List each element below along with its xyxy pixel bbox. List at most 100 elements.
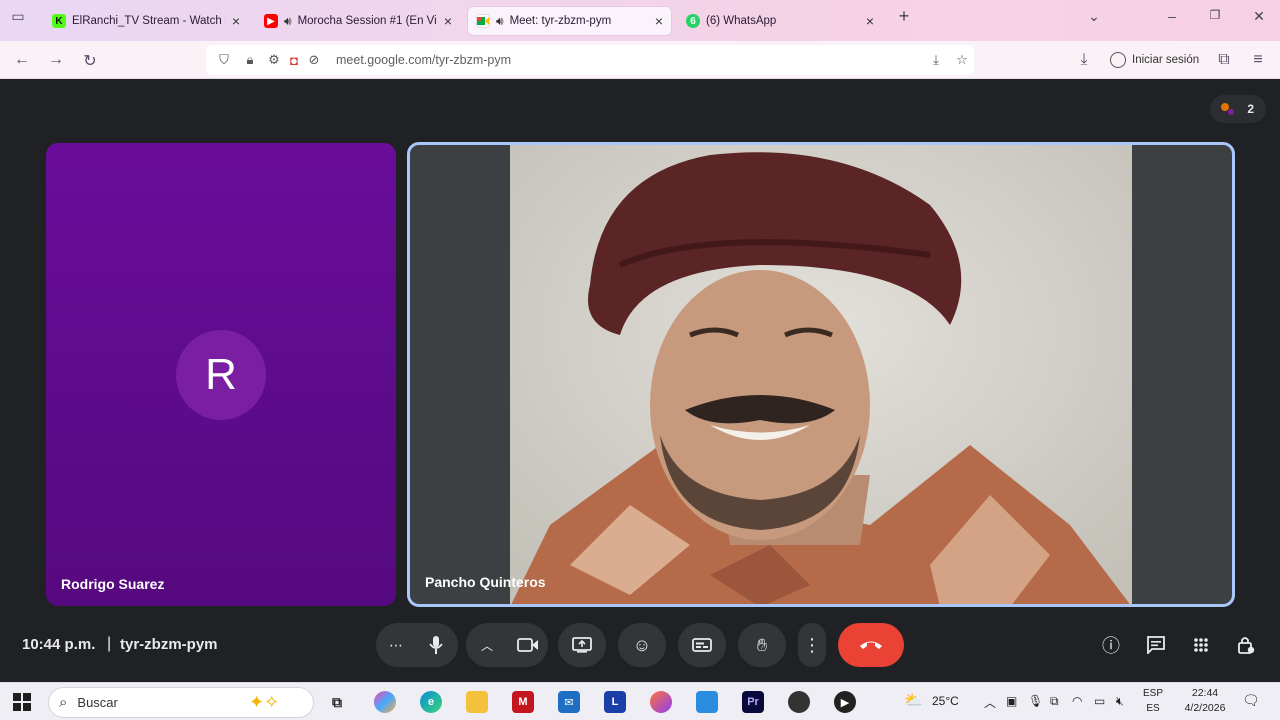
meet-favicon-icon — [476, 14, 490, 28]
search-placeholder: Buscar — [77, 695, 118, 710]
reload-icon[interactable]: ↻ — [80, 51, 100, 71]
mail-app-icon[interactable]: ✉ — [558, 691, 580, 713]
captions-icon — [692, 638, 712, 652]
input-language-indicator[interactable]: ESP ES — [1140, 686, 1166, 716]
tab-elranchi[interactable]: K ElRanchi_TV Stream - Watch Li × — [44, 6, 248, 36]
meeting-clock: 10:44 p.m. — [22, 636, 96, 653]
file-explorer-icon[interactable] — [466, 691, 488, 713]
notifications-icon[interactable]: 🗨︎ — [1242, 692, 1260, 709]
more-vert-icon: ⋮ — [803, 634, 821, 655]
windows-start-icon[interactable] — [12, 692, 32, 712]
tab-title: ElRanchi_TV Stream - Watch Li — [72, 15, 226, 27]
separator: | — [107, 635, 112, 652]
present-screen-button[interactable] — [558, 623, 606, 667]
bookmark-star-icon[interactable]: ☆ — [954, 52, 970, 68]
close-window-icon[interactable]: ✕ — [1247, 8, 1271, 25]
install-app-icon[interactable]: ⤓ — [928, 52, 944, 68]
system-clock[interactable]: 22:44 4/2/2026 — [1180, 686, 1230, 716]
search-icon: ⌕ — [59, 694, 68, 711]
lock-icon[interactable]: 🔒︎ — [242, 52, 258, 68]
taskbar-search-input[interactable]: ⌕ Buscar ✦✧ — [48, 687, 314, 718]
tab-list-chevron-icon[interactable]: ⌄ — [1082, 8, 1106, 25]
signin-button[interactable]: Iniciar sesión — [1110, 52, 1199, 68]
meet-tray-icon[interactable]: ⧉ — [1050, 694, 1059, 709]
volume-muted-icon[interactable]: 🔇︎ — [1116, 694, 1124, 709]
chat-icon[interactable] — [1144, 633, 1168, 657]
downloads-icon[interactable]: ⤓ — [1074, 51, 1094, 69]
weather-temperature[interactable]: 25°C — [932, 694, 959, 708]
participant-name: Pancho Quinteros — [425, 574, 546, 590]
camera-permission-icon[interactable]: ◘ — [286, 53, 302, 68]
speaker-icon[interactable]: 🔊︎ — [496, 14, 504, 29]
photos-app-icon[interactable] — [696, 691, 718, 713]
show-hidden-icons-chevron-icon[interactable]: ︿ — [984, 694, 996, 711]
emoji-icon: ☺ — [632, 634, 652, 655]
close-tab-icon[interactable]: × — [866, 13, 874, 29]
menu-icon[interactable]: ≡ — [1248, 51, 1268, 69]
obs-studio-icon[interactable] — [788, 691, 810, 713]
video-options-chevron-icon[interactable]: ︿ — [481, 637, 493, 654]
permissions-icon[interactable]: ⚙ — [266, 52, 282, 68]
participant-name: Rodrigo Suarez — [61, 576, 165, 592]
activities-grid-icon[interactable] — [1189, 633, 1213, 657]
microphone-tray-icon[interactable]: 🎙︎ — [1028, 694, 1043, 708]
keyboard-layout: ES — [1146, 703, 1160, 714]
emoji-reaction-button[interactable]: ☺ — [618, 623, 666, 667]
l-app-icon[interactable]: L — [604, 691, 626, 713]
mcafee-icon[interactable]: M — [512, 691, 534, 713]
minimize-icon[interactable]: – — [1160, 8, 1184, 24]
tab-title: Meet: tyr-zbzm-pym — [509, 15, 612, 27]
forward-icon[interactable]: → — [46, 51, 66, 69]
captions-button[interactable] — [678, 623, 726, 667]
account-icon — [1110, 52, 1126, 68]
audio-options-icon[interactable]: ⋯ — [389, 637, 403, 654]
back-icon[interactable]: ← — [12, 51, 32, 69]
battery-icon[interactable]: ▭ — [1094, 694, 1105, 708]
firefox-icon[interactable] — [650, 691, 672, 713]
close-tab-icon[interactable]: × — [232, 13, 240, 29]
raise-hand-button[interactable]: ✋︎ — [738, 623, 786, 667]
participants-button[interactable]: 2 — [1210, 95, 1266, 123]
meeting-info-icon[interactable]: ⓘ — [1099, 633, 1123, 657]
browser-tab-strip: ▭ K ElRanchi_TV Stream - Watch Li × ▶ 🔊︎… — [0, 0, 1280, 41]
weather-icon[interactable]: ⛅ — [904, 691, 923, 709]
copilot-app-icon[interactable] — [374, 691, 396, 713]
signin-label: Iniciar sesión — [1132, 54, 1200, 66]
meeting-code: tyr-zbzm-pym — [120, 636, 218, 653]
more-options-button[interactable]: ⋮ — [798, 623, 826, 667]
extensions-icon[interactable]: ⧉ — [1214, 51, 1234, 69]
close-tab-icon[interactable]: × — [655, 13, 663, 29]
tab-whatsapp[interactable]: 6 (6) WhatsApp × — [678, 6, 882, 36]
tab-meet[interactable]: 🔊︎ Meet: tyr-zbzm-pym × — [467, 6, 672, 36]
video-control-group: ︿ — [466, 623, 548, 667]
participant-video — [510, 145, 1132, 604]
participant-tile-pancho[interactable]: Pancho Quinteros — [407, 142, 1235, 607]
end-call-button[interactable] — [838, 623, 904, 667]
participant-tile-rodrigo[interactable]: R Rodrigo Suarez — [46, 143, 396, 606]
clock-date: 4/2/2026 — [1184, 702, 1226, 714]
tab-morocha-session[interactable]: ▶ 🔊︎ Morocha Session #1 (En Vi × — [256, 6, 460, 36]
whatsapp-favicon-icon: 6 — [686, 14, 700, 28]
camera-icon[interactable] — [517, 638, 539, 652]
url-text[interactable]: meet.google.com/tyr-zbzm-pym — [336, 53, 511, 67]
autoplay-blocked-icon[interactable]: ⊘ — [306, 52, 322, 68]
edge-browser-icon[interactable]: e — [420, 691, 442, 713]
wifi-icon[interactable]: ◠ — [1072, 694, 1082, 708]
close-tab-icon[interactable]: × — [444, 13, 452, 29]
restore-icon[interactable]: ❐ — [1203, 8, 1227, 22]
clock-time: 22:44 — [1191, 687, 1219, 699]
premiere-pro-icon[interactable]: Pr — [742, 691, 764, 713]
host-controls-lock-icon[interactable] — [1234, 633, 1258, 657]
speaker-icon[interactable]: 🔊︎ — [284, 14, 292, 29]
new-tab-icon[interactable]: + — [892, 6, 916, 27]
tracking-shield-icon[interactable]: ⛉ — [216, 52, 232, 68]
address-bar[interactable]: ⛉ 🔒︎ ⚙ ◘ ⊘ meet.google.com/tyr-zbzm-pym … — [206, 45, 974, 75]
tab-title: (6) WhatsApp — [706, 15, 777, 27]
microphone-icon[interactable] — [429, 635, 443, 655]
task-view-icon[interactable]: ⧉ — [326, 691, 348, 713]
hand-icon: ✋︎ — [756, 634, 768, 655]
tray-app-icon[interactable]: ▣ — [1006, 694, 1017, 708]
tab-overview-icon[interactable]: ▭ — [6, 8, 30, 25]
media-player-icon[interactable]: ▶ — [834, 691, 856, 713]
hang-up-icon — [860, 641, 882, 649]
